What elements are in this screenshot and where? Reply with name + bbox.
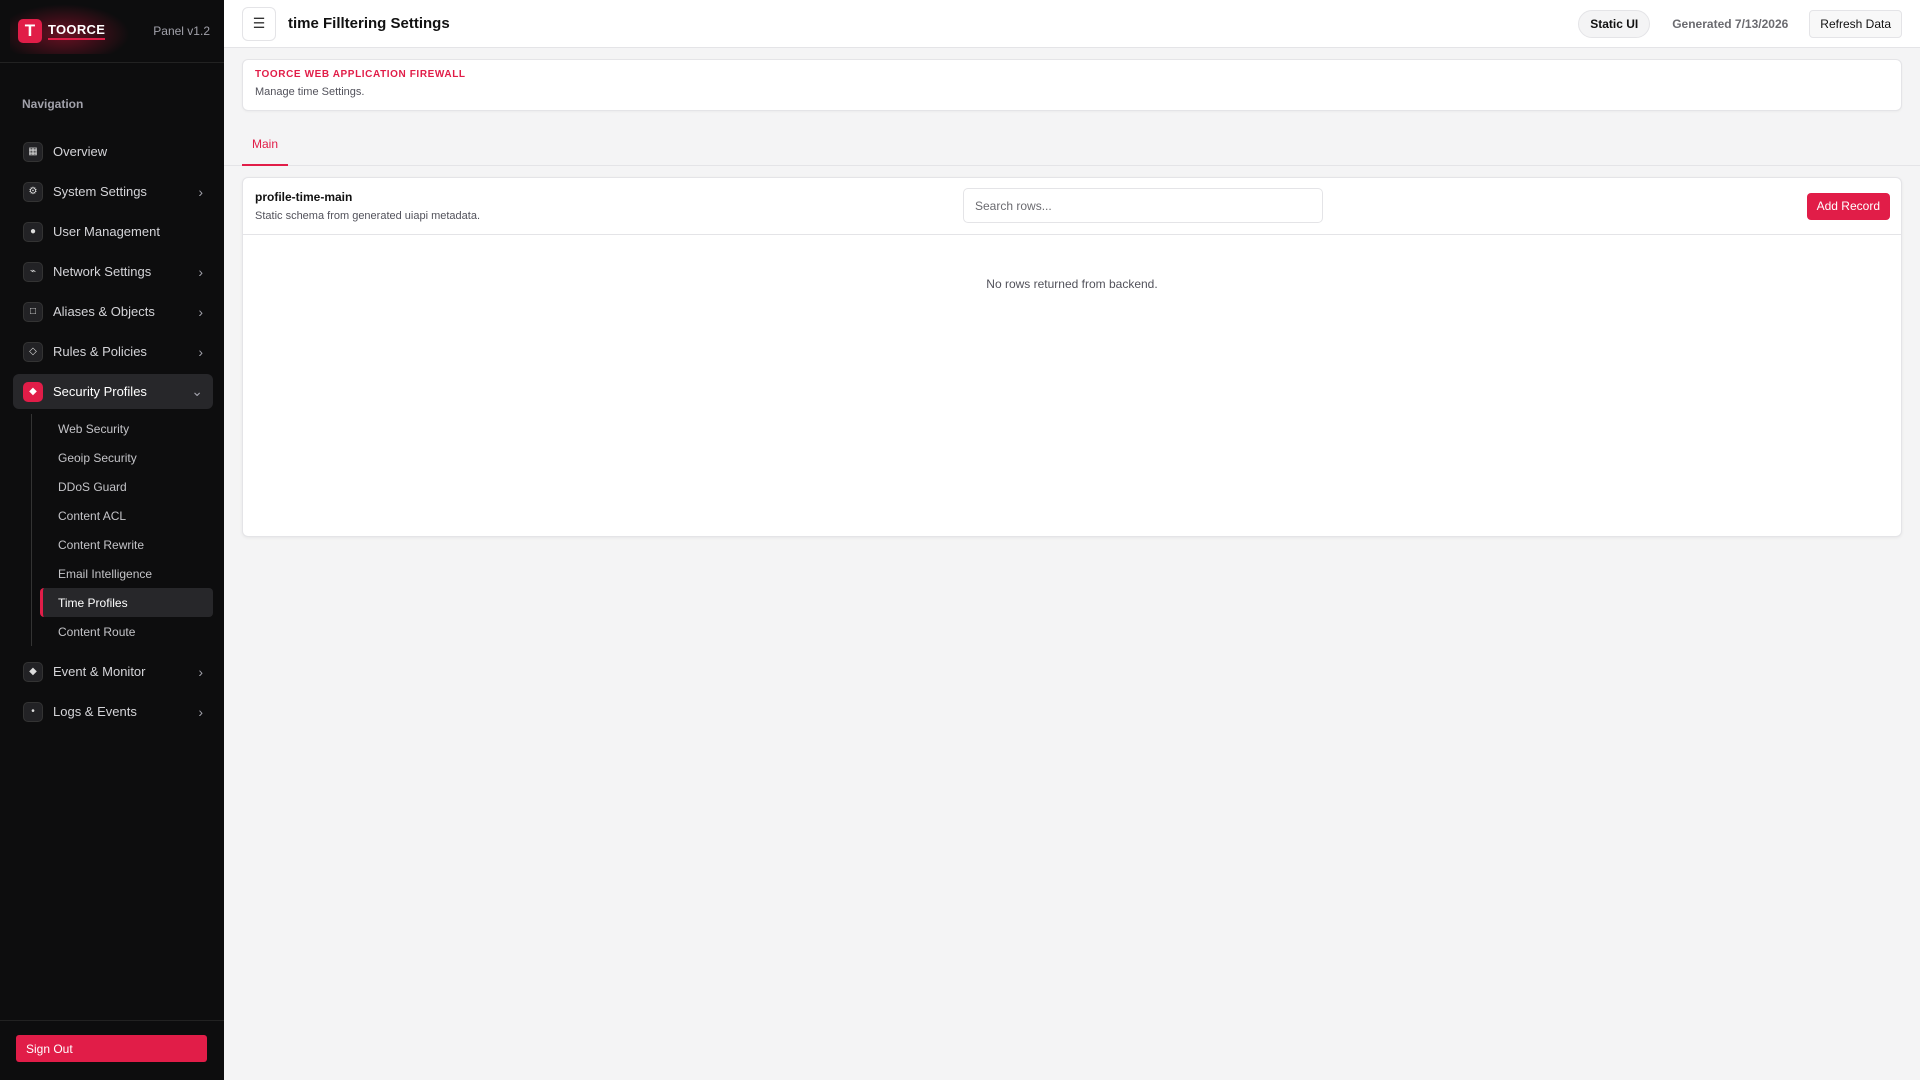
sidebar-item-label: Overview	[53, 144, 108, 159]
chevron-right-icon: ›	[198, 303, 203, 320]
chevron-right-icon: ›	[198, 663, 203, 680]
sidebar-item-rules-policies[interactable]: ◇ Rules & Policies ›	[13, 334, 213, 369]
sub-item-content-route[interactable]: Content Route	[40, 617, 213, 646]
chevron-down-icon: ⌄	[191, 383, 203, 399]
sidebar-item-logs-events[interactable]: • Logs & Events ›	[13, 694, 213, 729]
sidebar-item-label: User Management	[53, 224, 160, 239]
table-card: profile-time-main Static schema from gen…	[242, 177, 1902, 537]
gear-icon: ⚙	[23, 181, 43, 202]
table-title-block: profile-time-main Static schema from gen…	[255, 190, 480, 222]
empty-state-message: No rows returned from backend.	[986, 277, 1158, 291]
nav-list: ▦ Overview ⚙ System Settings › ● User Ma…	[0, 127, 224, 729]
network-icon: ⌁	[23, 261, 43, 282]
sidebar-item-label: Aliases & Objects	[53, 304, 155, 319]
product-eyebrow: TOORCE WEB APPLICATION FIREWALL	[255, 69, 466, 80]
static-ui-badge: Static UI	[1578, 9, 1651, 38]
table-header: profile-time-main Static schema from gen…	[243, 178, 1901, 235]
sub-item-geoip-security[interactable]: Geoip Security	[40, 443, 213, 472]
sidebar-item-user-management[interactable]: ● User Management	[13, 214, 213, 249]
sub-item-web-security[interactable]: Web Security	[40, 414, 213, 443]
brand: T TOORCE Panel v1.2	[0, 0, 224, 63]
table-subtitle: Static schema from generated uiapi metad…	[255, 210, 481, 222]
sub-item-content-acl[interactable]: Content ACL	[40, 501, 213, 530]
sidebar-item-event-monitor[interactable]: ◆ Event & Monitor ›	[13, 654, 213, 689]
generated-timestamp: Generated 7/13/2026	[1672, 16, 1789, 31]
overview-icon: ▦	[23, 141, 43, 162]
diamond-icon: ◇	[23, 341, 43, 362]
add-record-button[interactable]: Add Record	[1806, 192, 1890, 220]
brand-name: TOORCE	[48, 22, 106, 40]
signout-area: Sign Out	[0, 1020, 224, 1080]
search-input[interactable]	[963, 188, 1323, 223]
topbar-actions: Static UI Generated 7/13/2026 Refresh Da…	[1578, 9, 1920, 38]
chevron-right-icon: ›	[198, 703, 203, 720]
sidebar-item-label: Network Settings	[53, 264, 152, 279]
chevron-right-icon: ›	[198, 183, 203, 200]
topbar: ☰ time Filltering Settings Static UI Gen…	[224, 0, 1920, 48]
sidebar: T TOORCE Panel v1.2 Navigation ▦ Overvie…	[0, 0, 224, 1080]
sidebar-item-overview[interactable]: ▦ Overview	[13, 134, 213, 169]
page-title: time Filltering Settings	[288, 15, 450, 32]
sidebar-item-label: Logs & Events	[53, 704, 137, 719]
sidebar-item-network-settings[interactable]: ⌁ Network Settings ›	[13, 254, 213, 289]
sidebar-item-label: Event & Monitor	[53, 664, 146, 679]
page-description: Manage time Settings.	[255, 86, 365, 98]
logs-icon: •	[23, 701, 43, 722]
sub-item-email-intelligence[interactable]: Email Intelligence	[40, 559, 213, 588]
panel-version: Panel v1.2	[153, 24, 210, 38]
square-icon: □	[23, 301, 43, 322]
sidebar-item-security-profiles[interactable]: ◆ Security Profiles ⌄	[13, 374, 213, 409]
sidebar-item-label: System Settings	[53, 184, 147, 199]
tab-main[interactable]: Main	[242, 124, 289, 166]
security-profiles-submenu: Web Security Geoip Security DDoS Guard C…	[31, 414, 213, 646]
sidebar-item-label: Security Profiles	[53, 384, 147, 399]
event-icon: ◆	[23, 661, 43, 682]
chevron-right-icon: ›	[198, 263, 203, 280]
header-card: TOORCE WEB APPLICATION FIREWALL Manage t…	[242, 59, 1902, 111]
sub-item-time-profiles[interactable]: Time Profiles	[40, 588, 213, 617]
sidebar-item-system-settings[interactable]: ⚙ System Settings ›	[13, 174, 213, 209]
shield-icon: ◆	[23, 381, 43, 402]
table-name: profile-time-main	[255, 190, 353, 204]
refresh-data-button[interactable]: Refresh Data	[1809, 9, 1902, 38]
sidebar-item-label: Rules & Policies	[53, 344, 147, 359]
sidebar-item-aliases-objects[interactable]: □ Aliases & Objects ›	[13, 294, 213, 329]
logo-icon: T	[18, 19, 42, 43]
sub-item-ddos-guard[interactable]: DDoS Guard	[40, 472, 213, 501]
sign-out-button[interactable]: Sign Out	[16, 1035, 207, 1062]
chevron-right-icon: ›	[198, 343, 203, 360]
nav-heading: Navigation	[22, 97, 84, 111]
sub-item-content-rewrite[interactable]: Content Rewrite	[40, 530, 213, 559]
menu-icon[interactable]: ☰	[242, 6, 276, 41]
tab-bar: Main	[224, 124, 1920, 166]
user-icon: ●	[23, 221, 43, 242]
